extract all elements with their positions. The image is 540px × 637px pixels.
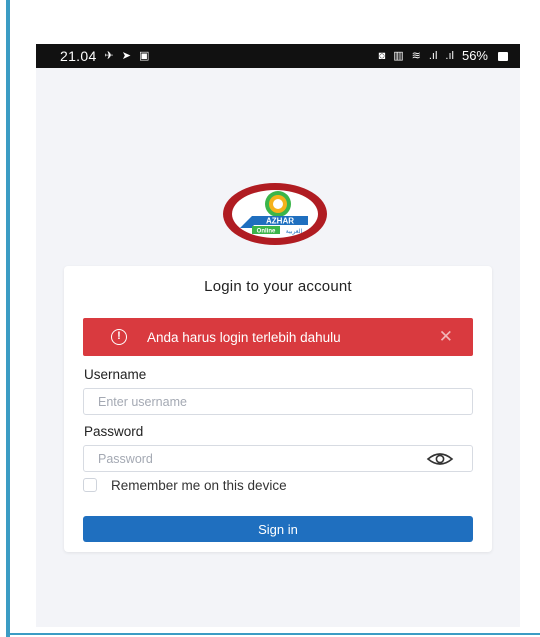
signal-icon: .ıl — [428, 50, 438, 62]
status-bar-right: ◙ ▥ ≋ .ıl .ıl 56% — [379, 44, 508, 68]
status-bar-left: 21.04 ✈ ➤ ▣ — [60, 44, 149, 68]
signal-icon: .ıl — [445, 50, 454, 62]
alarm-icon: ◙ — [378, 50, 386, 62]
battery-icon — [498, 51, 508, 61]
notification-icon: ▣ — [138, 50, 150, 62]
azhar-logo: AZHAR Online العربية — [223, 183, 327, 245]
error-alert: ! Anda harus login terlebih dahulu ✕ — [83, 318, 473, 356]
alert-message: Anda harus login terlebih dahulu — [147, 329, 341, 345]
logo-subtext: Online — [257, 229, 276, 235]
send-icon: ➤ — [121, 50, 131, 62]
left-border — [6, 0, 10, 637]
login-card: Login to your account ! Anda harus login… — [64, 266, 492, 552]
password-label: Password — [84, 424, 144, 439]
logo-arabic-text: العربية — [286, 228, 303, 235]
sign-in-button[interactable]: Sign in — [83, 516, 473, 542]
battery-percent: 56% — [461, 48, 488, 63]
bottom-border — [6, 633, 540, 635]
password-input[interactable] — [83, 445, 473, 472]
remember-me: Remember me on this device — [83, 477, 287, 493]
plane-icon: ✈ — [104, 50, 114, 62]
username-label: Username — [84, 367, 147, 382]
logo-text: AZHAR — [266, 217, 294, 226]
vibrate-icon: ▥ — [393, 50, 404, 62]
eye-icon[interactable] — [426, 450, 454, 468]
wifi-icon: ≋ — [411, 50, 421, 62]
close-icon[interactable]: ✕ — [439, 327, 453, 347]
remember-checkbox[interactable] — [83, 478, 97, 492]
username-input[interactable] — [83, 388, 473, 415]
exclamation-circle-icon: ! — [111, 329, 127, 345]
status-time: 21.04 — [60, 48, 97, 64]
remember-label: Remember me on this device — [111, 477, 287, 493]
login-title: Login to your account — [204, 278, 352, 295]
phone-screen: 21.04 ✈ ➤ ▣ ◙ ▥ ≋ .ıl .ıl 56% AZHAR Onli… — [36, 44, 520, 627]
status-bar: 21.04 ✈ ➤ ▣ ◙ ▥ ≋ .ıl .ıl 56% — [36, 44, 520, 68]
